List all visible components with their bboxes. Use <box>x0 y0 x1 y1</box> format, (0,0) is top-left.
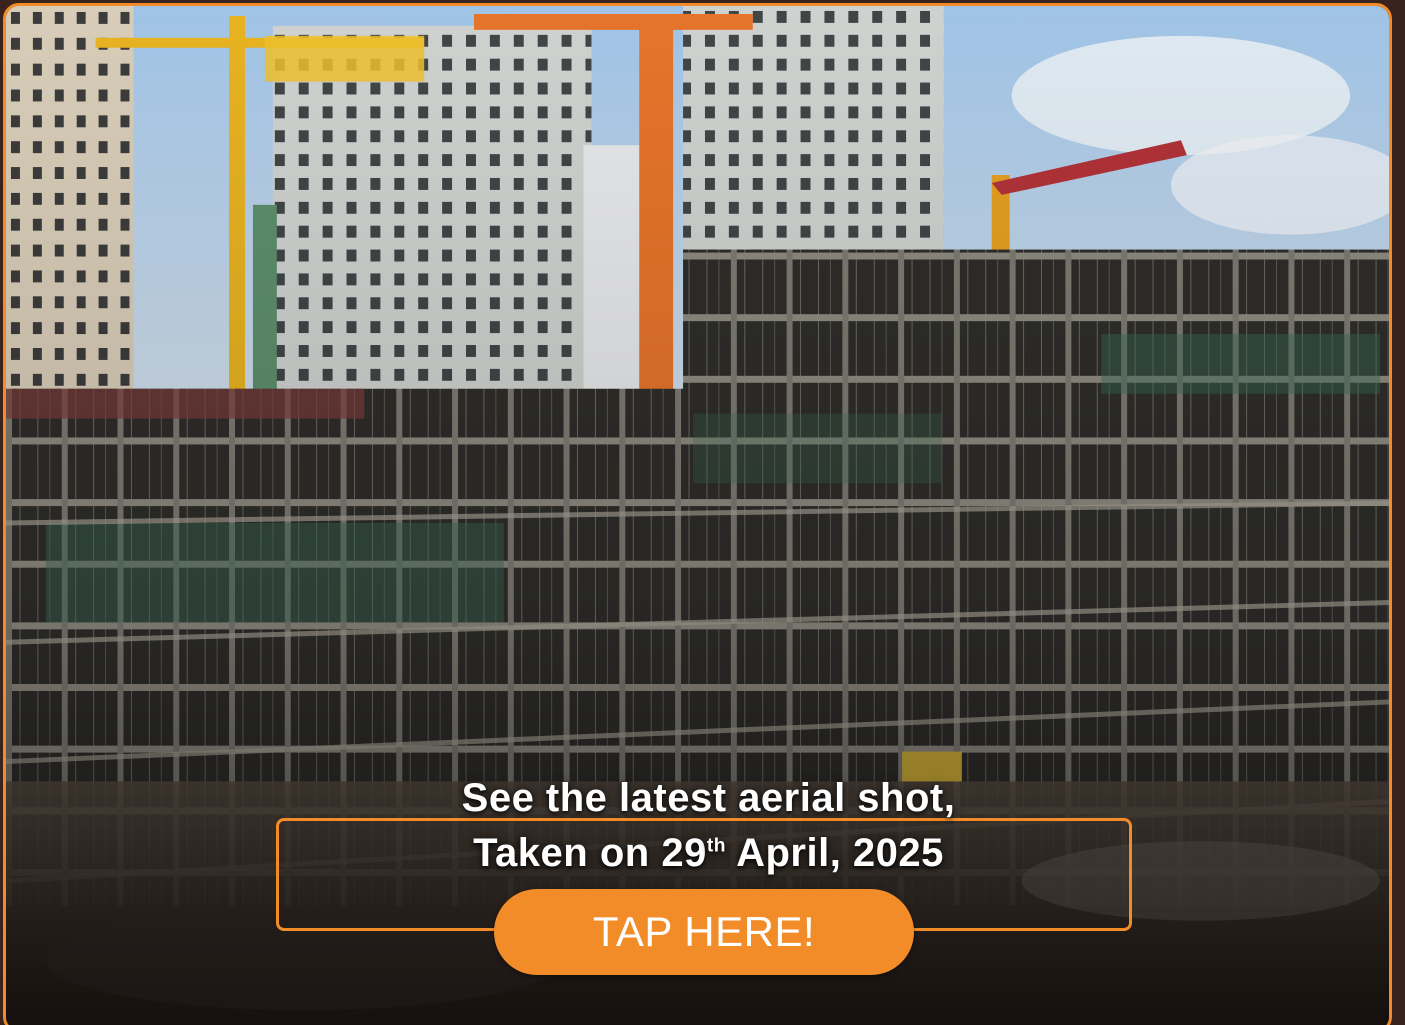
caption-line-2: Taken on 29th April, 2025 <box>366 831 1051 876</box>
tap-here-button[interactable]: TAP HERE! <box>494 889 914 975</box>
page: See the latest aerial shot, Taken on 29t… <box>0 0 1405 1025</box>
caption-date-ordinal: th <box>706 835 726 857</box>
caption-date-prefix: Taken on 29 <box>473 831 707 875</box>
aerial-shot-card[interactable]: See the latest aerial shot, Taken on 29t… <box>3 3 1392 1025</box>
caption-date-suffix: April, 2025 <box>725 831 944 875</box>
caption-line-1: See the latest aerial shot, <box>461 776 956 820</box>
